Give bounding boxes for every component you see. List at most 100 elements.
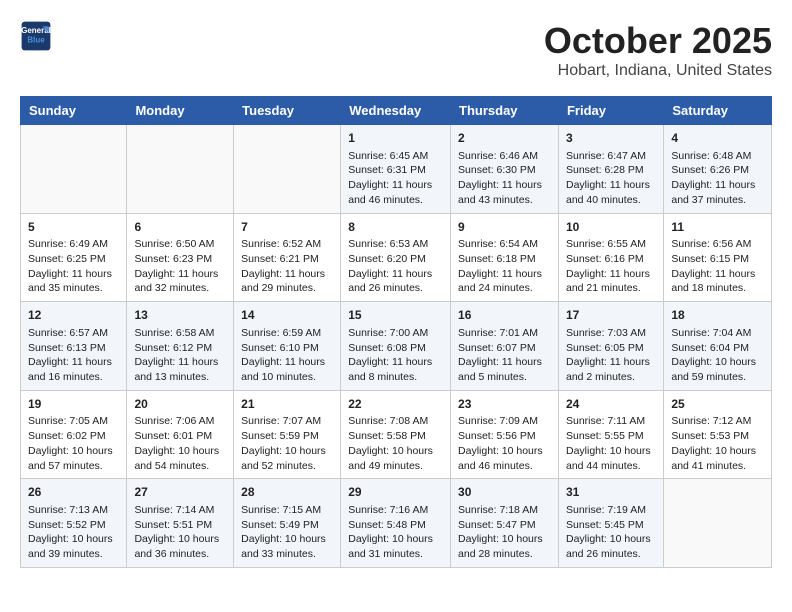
day-number: 5 xyxy=(28,219,119,236)
logo-icon: General Blue xyxy=(20,20,52,52)
day-number: 3 xyxy=(566,130,656,147)
weekday-header-monday: Monday xyxy=(127,97,234,125)
day-info: Sunrise: 7:12 AM Sunset: 5:53 PM Dayligh… xyxy=(671,415,756,471)
day-number: 9 xyxy=(458,219,551,236)
day-info: Sunrise: 6:56 AM Sunset: 6:15 PM Dayligh… xyxy=(671,238,755,294)
weekday-header-sunday: Sunday xyxy=(21,97,127,125)
day-number: 1 xyxy=(348,130,443,147)
calendar-cell xyxy=(664,479,772,568)
day-info: Sunrise: 7:18 AM Sunset: 5:47 PM Dayligh… xyxy=(458,504,543,560)
calendar-cell: 4 Sunrise: 6:48 AM Sunset: 6:26 PM Daylig… xyxy=(664,125,772,214)
day-info: Sunrise: 6:55 AM Sunset: 6:16 PM Dayligh… xyxy=(566,238,650,294)
day-number: 28 xyxy=(241,484,333,501)
day-number: 24 xyxy=(566,396,656,413)
calendar-cell: 24 Sunrise: 7:11 AM Sunset: 5:55 PM Dayli… xyxy=(558,390,663,479)
day-number: 31 xyxy=(566,484,656,501)
day-info: Sunrise: 6:58 AM Sunset: 6:12 PM Dayligh… xyxy=(134,327,218,383)
day-number: 7 xyxy=(241,219,333,236)
calendar-table: SundayMondayTuesdayWednesdayThursdayFrid… xyxy=(20,96,772,568)
day-number: 18 xyxy=(671,307,764,324)
calendar-cell: 7 Sunrise: 6:52 AM Sunset: 6:21 PM Daylig… xyxy=(234,213,341,302)
day-number: 10 xyxy=(566,219,656,236)
weekday-header-row: SundayMondayTuesdayWednesdayThursdayFrid… xyxy=(21,97,772,125)
title-block: October 2025 Hobart, Indiana, United Sta… xyxy=(544,20,772,80)
calendar-cell: 21 Sunrise: 7:07 AM Sunset: 5:59 PM Dayli… xyxy=(234,390,341,479)
calendar-cell: 18 Sunrise: 7:04 AM Sunset: 6:04 PM Dayli… xyxy=(664,302,772,391)
calendar-subtitle: Hobart, Indiana, United States xyxy=(544,62,772,80)
day-number: 23 xyxy=(458,396,551,413)
calendar-week-row: 26Sunrise: 7:13 AM Sunset: 5:52 PM Dayli… xyxy=(21,479,772,568)
calendar-cell: 1 Sunrise: 6:45 AM Sunset: 6:31 PM Daylig… xyxy=(341,125,451,214)
calendar-week-row: 5Sunrise: 6:49 AM Sunset: 6:25 PM Daylig… xyxy=(21,213,772,302)
day-info: Sunrise: 7:15 AM Sunset: 5:49 PM Dayligh… xyxy=(241,504,326,560)
calendar-cell: 14 Sunrise: 6:59 AM Sunset: 6:10 PM Dayli… xyxy=(234,302,341,391)
day-info: Sunrise: 7:08 AM Sunset: 5:58 PM Dayligh… xyxy=(348,415,433,471)
day-info: Sunrise: 7:11 AM Sunset: 5:55 PM Dayligh… xyxy=(566,415,651,471)
day-number: 17 xyxy=(566,307,656,324)
day-info: Sunrise: 7:01 AM Sunset: 6:07 PM Dayligh… xyxy=(458,327,542,383)
day-info: Sunrise: 7:14 AM Sunset: 5:51 PM Dayligh… xyxy=(134,504,219,560)
day-info: Sunrise: 7:13 AM Sunset: 5:52 PM Dayligh… xyxy=(28,504,113,560)
calendar-week-row: 19 Sunrise: 7:05 AM Sunset: 6:02 PM Dayli… xyxy=(21,390,772,479)
day-number: 21 xyxy=(241,396,333,413)
day-info: Sunrise: 6:48 AM Sunset: 6:26 PM Dayligh… xyxy=(671,150,755,206)
day-info: Sunrise: 7:07 AM Sunset: 5:59 PM Dayligh… xyxy=(241,415,326,471)
day-info: Sunrise: 6:53 AM Sunset: 6:20 PM Dayligh… xyxy=(348,238,432,294)
calendar-week-row: 12Sunrise: 6:57 AM Sunset: 6:13 PM Dayli… xyxy=(21,302,772,391)
day-number: 8 xyxy=(348,219,443,236)
day-number: 11 xyxy=(671,219,764,236)
calendar-cell: 2Sunrise: 6:46 AM Sunset: 6:30 PM Daylig… xyxy=(451,125,559,214)
calendar-cell: 30 Sunrise: 7:18 AM Sunset: 5:47 PM Dayli… xyxy=(451,479,559,568)
day-number: 16 xyxy=(458,307,551,324)
calendar-cell: 3 Sunrise: 6:47 AM Sunset: 6:28 PM Daylig… xyxy=(558,125,663,214)
day-info: Sunrise: 7:04 AM Sunset: 6:04 PM Dayligh… xyxy=(671,327,756,383)
calendar-cell: 23Sunrise: 7:09 AM Sunset: 5:56 PM Dayli… xyxy=(451,390,559,479)
day-info: Sunrise: 6:50 AM Sunset: 6:23 PM Dayligh… xyxy=(134,238,218,294)
calendar-cell xyxy=(127,125,234,214)
day-number: 14 xyxy=(241,307,333,324)
calendar-cell: 20 Sunrise: 7:06 AM Sunset: 6:01 PM Dayli… xyxy=(127,390,234,479)
logo: General Blue xyxy=(20,20,56,52)
day-number: 29 xyxy=(348,484,443,501)
calendar-cell: 11 Sunrise: 6:56 AM Sunset: 6:15 PM Dayli… xyxy=(664,213,772,302)
calendar-cell: 8 Sunrise: 6:53 AM Sunset: 6:20 PM Daylig… xyxy=(341,213,451,302)
calendar-cell: 13 Sunrise: 6:58 AM Sunset: 6:12 PM Dayli… xyxy=(127,302,234,391)
day-number: 27 xyxy=(134,484,226,501)
weekday-header-friday: Friday xyxy=(558,97,663,125)
calendar-cell: 25Sunrise: 7:12 AM Sunset: 5:53 PM Dayli… xyxy=(664,390,772,479)
calendar-cell: 31Sunrise: 7:19 AM Sunset: 5:45 PM Dayli… xyxy=(558,479,663,568)
day-info: Sunrise: 7:16 AM Sunset: 5:48 PM Dayligh… xyxy=(348,504,433,560)
calendar-cell: 27 Sunrise: 7:14 AM Sunset: 5:51 PM Dayli… xyxy=(127,479,234,568)
weekday-header-tuesday: Tuesday xyxy=(234,97,341,125)
day-info: Sunrise: 6:52 AM Sunset: 6:21 PM Dayligh… xyxy=(241,238,325,294)
day-number: 15 xyxy=(348,307,443,324)
day-number: 19 xyxy=(28,396,119,413)
day-info: Sunrise: 6:59 AM Sunset: 6:10 PM Dayligh… xyxy=(241,327,325,383)
day-number: 20 xyxy=(134,396,226,413)
day-number: 22 xyxy=(348,396,443,413)
day-info: Sunrise: 7:05 AM Sunset: 6:02 PM Dayligh… xyxy=(28,415,113,471)
weekday-header-wednesday: Wednesday xyxy=(341,97,451,125)
day-number: 30 xyxy=(458,484,551,501)
calendar-cell: 9Sunrise: 6:54 AM Sunset: 6:18 PM Daylig… xyxy=(451,213,559,302)
calendar-week-row: 1 Sunrise: 6:45 AM Sunset: 6:31 PM Daylig… xyxy=(21,125,772,214)
day-info: Sunrise: 7:03 AM Sunset: 6:05 PM Dayligh… xyxy=(566,327,650,383)
svg-text:Blue: Blue xyxy=(27,35,45,44)
calendar-cell xyxy=(234,125,341,214)
day-info: Sunrise: 6:47 AM Sunset: 6:28 PM Dayligh… xyxy=(566,150,650,206)
calendar-cell: 22 Sunrise: 7:08 AM Sunset: 5:58 PM Dayli… xyxy=(341,390,451,479)
calendar-cell: 28 Sunrise: 7:15 AM Sunset: 5:49 PM Dayli… xyxy=(234,479,341,568)
day-number: 4 xyxy=(671,130,764,147)
day-info: Sunrise: 7:00 AM Sunset: 6:08 PM Dayligh… xyxy=(348,327,432,383)
calendar-cell xyxy=(21,125,127,214)
day-number: 6 xyxy=(134,219,226,236)
calendar-cell: 26Sunrise: 7:13 AM Sunset: 5:52 PM Dayli… xyxy=(21,479,127,568)
calendar-cell: 19 Sunrise: 7:05 AM Sunset: 6:02 PM Dayli… xyxy=(21,390,127,479)
day-info: Sunrise: 7:06 AM Sunset: 6:01 PM Dayligh… xyxy=(134,415,219,471)
page-header: General Blue October 2025 Hobart, Indian… xyxy=(20,20,772,80)
day-number: 13 xyxy=(134,307,226,324)
calendar-cell: 16 Sunrise: 7:01 AM Sunset: 6:07 PM Dayli… xyxy=(451,302,559,391)
day-info: Sunrise: 6:46 AM Sunset: 6:30 PM Dayligh… xyxy=(458,150,542,206)
calendar-cell: 17 Sunrise: 7:03 AM Sunset: 6:05 PM Dayli… xyxy=(558,302,663,391)
day-info: Sunrise: 6:45 AM Sunset: 6:31 PM Dayligh… xyxy=(348,150,432,206)
